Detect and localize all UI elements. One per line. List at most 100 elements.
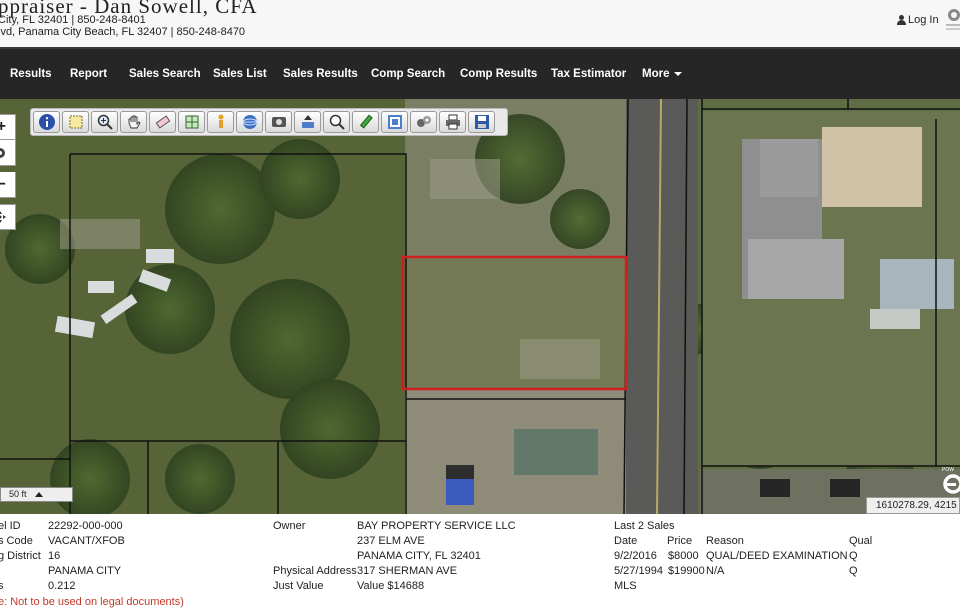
office-address-1: City, FL 32401 | 850-248-8401	[0, 14, 146, 26]
pan-button[interactable]	[0, 204, 16, 230]
measure-tool[interactable]	[178, 111, 205, 133]
caret-up-icon	[34, 492, 43, 498]
info-icon	[38, 114, 55, 130]
user-icon	[897, 15, 906, 25]
pan-hand-icon	[128, 115, 141, 129]
owner-city: PANAMA CITY, FL 32401	[357, 550, 481, 562]
zoom-controls: + −	[0, 114, 16, 230]
parcel-details: el ID s Code g District s 22292-000-000 …	[0, 514, 960, 616]
photo-tool[interactable]	[265, 111, 292, 133]
nav-report[interactable]: Report	[70, 68, 107, 80]
brand-logo	[946, 9, 960, 30]
printer-tool[interactable]	[439, 111, 466, 133]
buffer-icon	[301, 115, 314, 128]
powered-by-logo: POW	[942, 467, 960, 494]
select-icon	[69, 115, 82, 129]
acres-value: 0.212	[48, 580, 76, 592]
acres-label: s	[0, 580, 4, 592]
site-header: ppraiser - Dan Sowell, CFA City, FL 3240…	[0, 0, 960, 47]
login-link[interactable]: Log In	[897, 14, 939, 26]
physical-address-value: 317 SHERMAN AVE	[357, 565, 458, 577]
globe-tool[interactable]	[236, 111, 263, 133]
search-tool[interactable]	[323, 111, 350, 133]
tax-district-label: g District	[0, 550, 41, 562]
sale-2-qual: Q	[849, 565, 858, 577]
map-toolbar	[30, 108, 508, 136]
globe-icon	[242, 115, 257, 129]
settings-tool[interactable]	[410, 111, 437, 133]
street-view-icon	[218, 114, 223, 128]
full-extent-button[interactable]	[0, 140, 16, 166]
nav-sales-results[interactable]: Sales Results	[283, 68, 358, 80]
scale-bar: 50 ft	[0, 487, 73, 502]
login-label: Log In	[908, 14, 939, 26]
svg-text:POW: POW	[942, 467, 954, 473]
print-map-tool[interactable]	[381, 111, 408, 133]
pencil-icon	[359, 114, 373, 129]
zoom-area-icon	[97, 114, 113, 130]
owner-street: 237 ELM AVE	[357, 535, 425, 547]
magnify-icon	[329, 114, 345, 130]
just-value-value: Value $14688	[357, 580, 425, 592]
sales-header-qual: Qual	[849, 535, 873, 547]
pan-tool[interactable]	[120, 111, 147, 133]
draw-tool[interactable]	[352, 111, 379, 133]
sale-2-reason: N/A	[706, 565, 725, 577]
nav-comp-search[interactable]: Comp Search	[371, 68, 445, 80]
caret-down-icon	[674, 71, 683, 76]
zoom-out-button[interactable]: −	[0, 172, 16, 198]
owner-label: Owner	[273, 520, 306, 532]
parcel-id-value: 22292-000-000	[48, 520, 123, 532]
nav-sales-search[interactable]: Sales Search	[129, 68, 201, 80]
use-code-value: VACANT/XFOB	[48, 535, 125, 547]
nav-comp-results[interactable]: Comp Results	[460, 68, 537, 80]
sale-2-date: 5/27/1994	[614, 565, 663, 577]
sales-header-date: Date	[614, 535, 638, 547]
sales-header-price: Price	[667, 535, 693, 547]
photo-icon	[271, 117, 286, 127]
zoom-in-button[interactable]: +	[0, 114, 16, 140]
sale-1-reason: QUAL/DEED EXAMINATION	[706, 550, 848, 562]
just-value-label: Just Value	[273, 580, 324, 592]
pan-arrows-icon	[0, 211, 6, 223]
zoom-area-tool[interactable]	[91, 111, 118, 133]
nav-more-menu[interactable]: More	[642, 68, 683, 80]
sale-2-price: $19900	[668, 565, 705, 577]
parcel-id-label: el ID	[0, 520, 21, 532]
scale-label: 50 ft	[9, 489, 27, 499]
sales-header-reason: Reason	[706, 535, 744, 547]
save-tool[interactable]	[468, 111, 495, 133]
save-icon	[474, 115, 489, 129]
identify-tool[interactable]	[33, 111, 60, 133]
measure-icon	[185, 115, 198, 129]
printer-icon	[445, 114, 460, 130]
print-icon	[387, 115, 402, 129]
sale-1-qual: Q	[849, 550, 858, 562]
clear-tool[interactable]	[149, 111, 176, 133]
street-view-tool[interactable]	[207, 111, 234, 133]
mls-label: MLS	[614, 580, 637, 592]
coordinates-readout: 1610278.29, 4215	[866, 497, 960, 514]
buffer-tool[interactable]	[294, 111, 321, 133]
owner-name: BAY PROPERTY SERVICE LLC	[357, 520, 516, 532]
aerial-imagery	[0, 99, 960, 514]
city-value: PANAMA CITY	[48, 565, 122, 577]
sale-1-price: $8000	[668, 550, 699, 562]
map-viewport[interactable]: + − 50 ft POW 1610278.29, 4215	[0, 99, 960, 514]
sale-1-date: 9/2/2016	[614, 550, 657, 562]
tax-district-value: 16	[48, 550, 61, 562]
nav-tax-estimator[interactable]: Tax Estimator	[551, 68, 626, 80]
main-nav: Results Report Sales Search Sales List S…	[0, 47, 960, 99]
nav-more-label: More	[642, 68, 670, 80]
nav-sales-list[interactable]: Sales List	[213, 68, 267, 80]
legal-disclaimer: e: Not to be used on legal documents)	[0, 596, 184, 608]
office-address-2: lvd, Panama City Beach, FL 32407 | 850-2…	[0, 26, 246, 38]
select-tool[interactable]	[62, 111, 89, 133]
globe-extent-icon	[0, 147, 5, 158]
settings-icon	[416, 116, 431, 127]
use-code-label: s Code	[0, 535, 33, 547]
eraser-icon	[155, 115, 170, 129]
sales-title: Last 2 Sales	[614, 520, 675, 532]
physical-address-label: Physical Address	[273, 565, 357, 577]
nav-results[interactable]: Results	[10, 68, 52, 80]
